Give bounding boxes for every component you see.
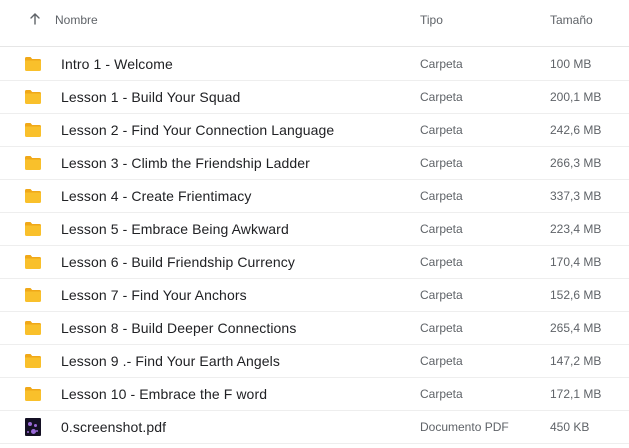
file-name: Lesson 10 - Embrace the F word (61, 386, 268, 402)
file-type: Carpeta (420, 354, 463, 368)
thumbnail-dot (36, 430, 38, 432)
file-row[interactable]: Lesson 6 - Build Friendship Currency Carp… (0, 246, 629, 279)
file-size: 147,2 MB (550, 354, 602, 368)
file-row[interactable]: Lesson 7 - Find Your Anchors Carpeta 152,6… (0, 279, 629, 312)
thumbnail-dot (27, 431, 29, 433)
file-size: 337,3 MB (550, 189, 602, 203)
file-type: Carpeta (420, 321, 463, 335)
thumbnail-dot (34, 424, 37, 427)
file-name: Lesson 4 - Create Frientimacy (61, 188, 252, 204)
file-type: Carpeta (420, 255, 463, 269)
file-size: 450 KB (550, 420, 590, 434)
file-type: Documento PDF (420, 420, 509, 434)
file-row[interactable]: Lesson 9 .- Find Your Earth Angels Carpet… (0, 345, 629, 378)
file-type: Carpeta (420, 222, 463, 236)
file-type: Carpeta (420, 90, 463, 104)
folder-icon (25, 123, 41, 137)
file-size: 100 MB (550, 57, 592, 71)
file-size: 223,4 MB (550, 222, 602, 236)
file-size: 200,1 MB (550, 90, 602, 104)
folder-icon (25, 354, 41, 368)
file-rows: Intro 1 - Welcome Carpeta 100 MB Lesson 1 -… (0, 48, 629, 444)
file-row[interactable]: Lesson 1 - Build Your Squad Carpeta 200,1 … (0, 81, 629, 114)
file-name: Lesson 8 - Build Deeper Connections (61, 320, 297, 336)
file-size: 242,6 MB (550, 123, 602, 137)
file-row[interactable]: Lesson 3 - Climb the Friendship Ladder Ca… (0, 147, 629, 180)
list-header: Nombre Tipo Tamaño (0, 0, 629, 47)
file-name: Lesson 6 - Build Friendship Currency (61, 254, 295, 270)
folder-icon (25, 321, 41, 335)
folder-icon (25, 288, 41, 302)
file-row[interactable]: Lesson 5 - Embrace Being Awkward Carpeta 2… (0, 213, 629, 246)
file-name: Lesson 9 .- Find Your Earth Angels (61, 353, 280, 369)
file-size: 266,3 MB (550, 156, 602, 170)
file-size: 265,4 MB (550, 321, 602, 335)
file-row[interactable]: Lesson 4 - Create Frientimacy Carpeta 337,… (0, 180, 629, 213)
file-type: Carpeta (420, 57, 463, 71)
file-type: Carpeta (420, 387, 463, 401)
file-type: Carpeta (420, 189, 463, 203)
file-size: 172,1 MB (550, 387, 602, 401)
file-row[interactable]: 0.screenshot.pdf Documento PDF 450 KB (0, 411, 629, 444)
file-list: Nombre Tipo Tamaño Intro 1 - Welcome Carp… (0, 0, 629, 448)
file-name: Intro 1 - Welcome (61, 56, 173, 72)
file-row[interactable]: Lesson 2 - Find Your Connection Language… (0, 114, 629, 147)
file-size: 152,6 MB (550, 288, 602, 302)
file-row[interactable]: Lesson 8 - Build Deeper Connections Carpe… (0, 312, 629, 345)
file-size: 170,4 MB (550, 255, 602, 269)
file-name: Lesson 1 - Build Your Squad (61, 89, 241, 105)
file-type: Carpeta (420, 288, 463, 302)
folder-icon (25, 57, 41, 71)
file-name: 0.screenshot.pdf (61, 419, 167, 435)
folder-icon (25, 222, 41, 236)
file-name: Lesson 3 - Climb the Friendship Ladder (61, 155, 310, 171)
file-type: Carpeta (420, 123, 463, 137)
file-row[interactable]: Intro 1 - Welcome Carpeta 100 MB (0, 48, 629, 81)
pdf-thumbnail-icon (25, 418, 41, 436)
folder-icon (25, 387, 41, 401)
folder-icon (25, 156, 41, 170)
file-name: Lesson 2 - Find Your Connection Language (61, 122, 335, 138)
folder-icon (25, 255, 41, 269)
folder-icon (25, 189, 41, 203)
thumbnail-dot (28, 422, 32, 426)
file-row[interactable]: Lesson 10 - Embrace the F word Carpeta 172… (0, 378, 629, 411)
file-type: Carpeta (420, 156, 463, 170)
arrow-up-icon[interactable] (28, 12, 42, 26)
file-name: Lesson 7 - Find Your Anchors (61, 287, 247, 303)
folder-icon (25, 90, 41, 104)
column-header-type[interactable]: Tipo (420, 13, 443, 27)
column-header-name[interactable]: Nombre (55, 13, 98, 27)
column-header-size[interactable]: Tamaño (550, 13, 593, 27)
file-name: Lesson 5 - Embrace Being Awkward (61, 221, 289, 237)
